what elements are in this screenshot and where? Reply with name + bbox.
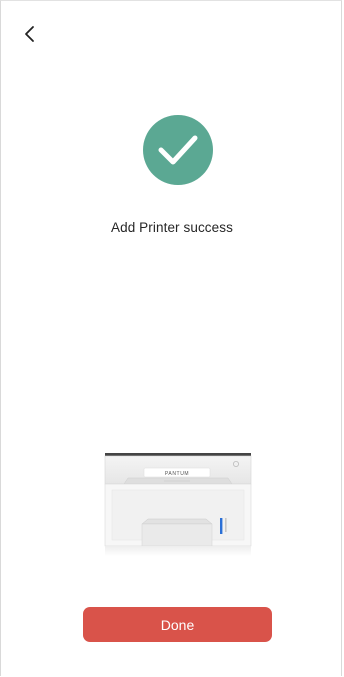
success-message: Add Printer success: [111, 220, 233, 235]
printer-brand-label: PANTUM: [165, 471, 189, 477]
success-icon: [143, 115, 213, 185]
checkmark-icon: [158, 135, 198, 165]
screen-frame: [0, 0, 342, 676]
back-button[interactable]: [16, 20, 44, 48]
printer-image: PANTUM: [104, 453, 252, 556]
chevron-left-icon: [25, 26, 34, 42]
done-button[interactable]: Done: [83, 607, 272, 642]
